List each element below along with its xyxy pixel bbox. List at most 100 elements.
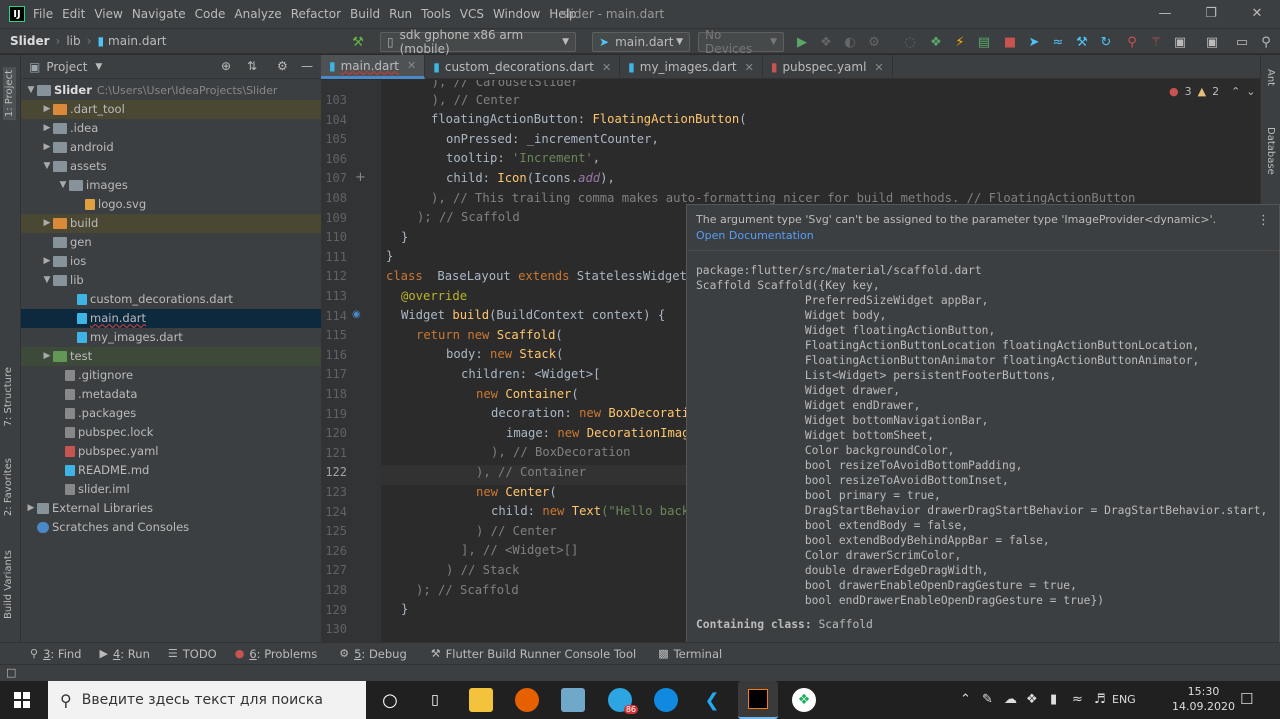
close-tab-icon[interactable]: ✕ (874, 61, 883, 74)
sync-icon[interactable]: ↻ (1098, 34, 1114, 50)
task-view-icon[interactable]: ▯ (423, 688, 447, 712)
edge-icon[interactable] (654, 688, 678, 712)
chevron-down-icon[interactable]: ▼ (41, 275, 53, 285)
tab-main-dart[interactable]: ▮ main.dart ✕ (321, 55, 426, 79)
open-documentation-link[interactable]: Open Documentation (696, 229, 1270, 242)
tree-item-pubspec-lock[interactable]: pubspec.lock (21, 423, 321, 442)
chevron-right-icon[interactable]: ▶ (41, 123, 53, 133)
tab-custom-decorations[interactable]: ▮ custom_decorations.dart ✕ (425, 55, 621, 79)
profile-icon[interactable]: ⚙ (866, 34, 882, 50)
tree-item-assets[interactable]: ▼ assets (21, 157, 321, 176)
chevron-up-icon[interactable]: ⌃ (1231, 85, 1240, 98)
override-marker-icon[interactable]: ◉ (352, 309, 361, 320)
ant-tool-tab[interactable]: Ant (1265, 69, 1276, 86)
chevron-right-icon[interactable]: ▶ (41, 142, 53, 152)
device-selector[interactable]: ▯ sdk gphone x86 arm (mobile) ▼ (380, 28, 576, 56)
menu-file[interactable]: File (33, 7, 53, 21)
close-tab-icon[interactable]: ✕ (745, 61, 754, 74)
menu-edit[interactable]: Edit (62, 7, 85, 21)
run-tool-tab[interactable]: ▶ 4: Run (99, 647, 149, 661)
menu-run[interactable]: Run (389, 7, 412, 21)
tree-item-custom-decorations[interactable]: custom_decorations.dart (21, 290, 321, 309)
chevron-down-icon[interactable]: ▼ (95, 62, 102, 72)
menu-refactor[interactable]: Refactor (291, 7, 341, 21)
terminal-tool-tab[interactable]: ▩ Terminal (658, 647, 722, 661)
project-view-title[interactable]: Project (46, 60, 87, 74)
tree-item-readme[interactable]: README.md (21, 461, 321, 480)
tree-item-build[interactable]: ▶ build (21, 214, 321, 233)
file-explorer-icon[interactable] (469, 688, 493, 712)
tab-pubspec-yaml[interactable]: ▮ pubspec.yaml ✕ (763, 55, 893, 79)
vscode-icon[interactable]: ❮ (700, 688, 724, 712)
close-tab-icon[interactable]: ✕ (602, 61, 611, 74)
menu-code[interactable]: Code (195, 7, 226, 21)
locate-icon[interactable]: ⊕ (221, 59, 231, 73)
structure-tool-tab[interactable]: 7: Structure (3, 367, 14, 426)
inspection-widget[interactable]: ● 3 ▲ 2 ⌃ ⌄ (1169, 85, 1256, 98)
sdk-manager-icon[interactable]: ▣ (1172, 34, 1188, 50)
menu-build[interactable]: Build (350, 7, 380, 21)
debug-icon[interactable]: ❖ (818, 34, 834, 50)
menu-tools[interactable]: Tools (421, 7, 451, 21)
tree-item-gitignore[interactable]: .gitignore (21, 366, 321, 385)
tree-item-dart-tool[interactable]: ▶ .dart_tool (21, 100, 321, 119)
close-icon[interactable]: ✕ (1234, 0, 1280, 28)
add-icon[interactable]: + (355, 170, 366, 185)
attach-debugger-icon[interactable]: ❖ (928, 34, 944, 50)
flutter-inspector-icon[interactable]: ➤ (1026, 34, 1042, 50)
close-tab-icon[interactable]: ✕ (407, 59, 416, 72)
notifications-icon[interactable]: ☐ (1240, 690, 1253, 708)
dropbox-icon[interactable]: ❖ (1026, 692, 1038, 707)
debug-tool-tab[interactable]: ⚙ 5: Debug (339, 647, 407, 661)
tree-item-external-libraries[interactable]: ▶ External Libraries (21, 499, 321, 518)
run-icon[interactable]: ▶ (794, 34, 810, 50)
tree-item-gen[interactable]: gen (21, 233, 321, 252)
tree-item-my-images[interactable]: my_images.dart (21, 328, 321, 347)
clock[interactable]: 15:30 14.09.2020 (1172, 684, 1235, 714)
presentation-icon[interactable]: ▭ (1234, 34, 1250, 50)
build-variants-tool-tab[interactable]: Build Variants (3, 550, 14, 619)
stop-icon[interactable]: ■ (1002, 34, 1018, 50)
tab-my-images[interactable]: ▮ my_images.dart ✕ (620, 55, 763, 79)
menu-view[interactable]: View (94, 7, 122, 21)
run-config-selector[interactable]: ➤ main.dart ▼ (592, 32, 690, 52)
chevron-up-icon[interactable]: ⌃ (960, 692, 971, 707)
language-indicator[interactable]: ENG (1112, 693, 1136, 706)
database-tool-tab[interactable]: Database (1265, 127, 1276, 175)
tree-item-scratches[interactable]: Scratches and Consoles (21, 518, 321, 537)
hide-panel-icon[interactable]: — (301, 59, 313, 73)
menu-window[interactable]: Window (493, 7, 540, 21)
problems-tool-tab[interactable]: ● 6: Problems (235, 647, 317, 661)
maximize-icon[interactable]: ❐ (1188, 0, 1234, 28)
layout-icon[interactable]: ▣ (1204, 34, 1220, 50)
breadcrumb-file[interactable]: main.dart (108, 34, 166, 48)
project-tool-tab[interactable]: 1: Project (3, 67, 16, 121)
search-icon[interactable]: ⚲ (1258, 34, 1274, 50)
app-icon[interactable]: ❖ (792, 688, 816, 712)
devtools-icon[interactable]: ≈ (1050, 34, 1066, 50)
breadcrumb-folder[interactable]: lib (66, 34, 80, 48)
hot-restart-icon[interactable]: ▤ (976, 34, 992, 50)
chevron-down-icon[interactable]: ▼ (41, 161, 53, 171)
app-icon[interactable] (561, 688, 585, 712)
coverage-icon[interactable]: ◐ (842, 34, 858, 50)
gear-icon[interactable]: ⚙ (277, 59, 288, 73)
tree-item-android[interactable]: ▶ android (21, 138, 321, 157)
chevron-right-icon[interactable]: ▶ (41, 256, 53, 266)
chevron-down-icon[interactable]: ▼ (25, 85, 37, 95)
taskbar-search-box[interactable]: ⚲ Введите здесь текст для поиска (48, 681, 366, 719)
tree-item-main-dart[interactable]: main.dart (21, 309, 321, 328)
tree-item-test[interactable]: ▶ test (21, 347, 321, 366)
tree-item-root[interactable]: ▼ Slider C:\Users\User\IdeaProjects\Slid… (21, 81, 321, 100)
windows-start-icon[interactable] (14, 692, 30, 708)
battery-icon[interactable]: ▮ (1050, 692, 1057, 707)
tree-item-lib[interactable]: ▼ lib (21, 271, 321, 290)
panel-toggle-icon[interactable]: □ (6, 666, 16, 679)
favorites-tool-tab[interactable]: 2: Favorites (3, 458, 14, 516)
devices-selector[interactable]: No Devices ▼ (698, 28, 784, 56)
tree-item-ios[interactable]: ▶ ios (21, 252, 321, 271)
wifi-icon[interactable]: ≈ (1072, 692, 1083, 707)
firefox-icon[interactable] (515, 688, 539, 712)
more-options-icon[interactable]: ⋮ (1257, 213, 1270, 228)
chevron-right-icon[interactable]: ▶ (41, 218, 53, 228)
